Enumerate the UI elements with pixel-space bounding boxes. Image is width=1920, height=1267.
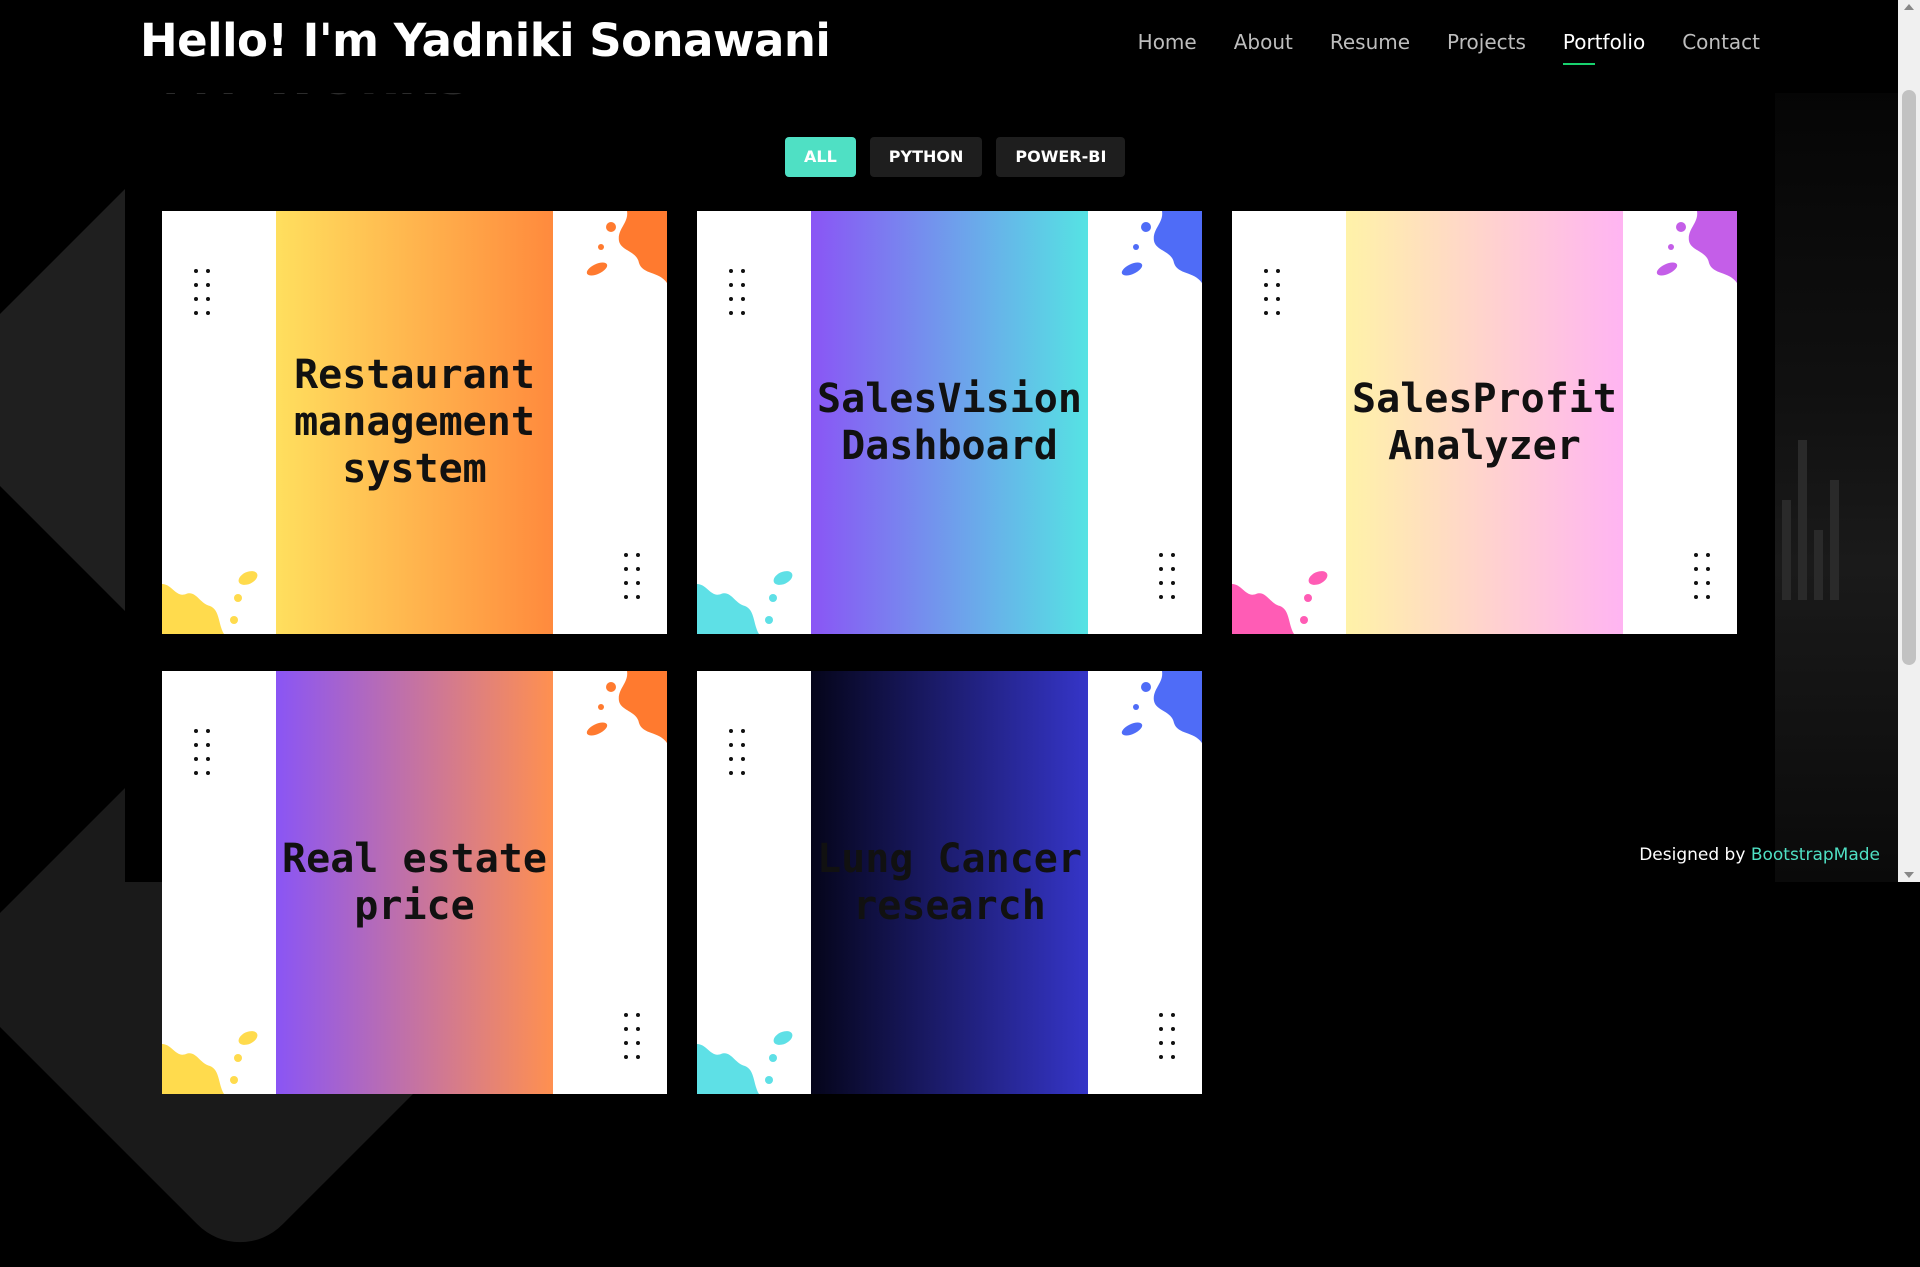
paint-splash-icon — [586, 211, 667, 283]
credit-prefix: Designed by — [1639, 845, 1751, 865]
credit-link[interactable]: BootstrapMade — [1751, 845, 1880, 865]
dots-decoration — [1264, 269, 1282, 315]
portfolio-item[interactable]: Lung Cancer research — [697, 671, 1202, 1094]
dots-decoration — [624, 553, 642, 599]
portfolio-item[interactable]: SalesProfit Analyzer — [1232, 211, 1737, 634]
filter-all[interactable]: ALL — [785, 137, 856, 177]
dots-decoration — [729, 729, 747, 775]
project-title: Lung Cancer research — [817, 835, 1082, 929]
paint-splash-icon — [1121, 671, 1202, 743]
main-nav: Home About Resume Projects Portfolio Con… — [1138, 30, 1760, 65]
nav-contact[interactable]: Contact — [1682, 30, 1760, 62]
dots-decoration — [729, 269, 747, 315]
dots-decoration — [624, 1013, 642, 1059]
nav-about[interactable]: About — [1234, 30, 1293, 62]
portfolio-filters: ALL PYTHON POWER-BI — [785, 137, 1126, 177]
paint-splash-icon — [697, 571, 793, 634]
dots-decoration — [194, 269, 212, 315]
portfolio-item[interactable]: Real estate price — [162, 671, 667, 1094]
scroll-down-arrow-icon[interactable] — [1904, 872, 1914, 878]
site-header: Hello! I'm Yadniki Sonawani Home About R… — [0, 0, 1898, 93]
nav-resume[interactable]: Resume — [1330, 30, 1410, 62]
project-title: Real estate price — [282, 835, 547, 929]
paint-splash-icon — [697, 1031, 793, 1094]
site-brand[interactable]: Hello! I'm Yadniki Sonawani — [140, 14, 831, 67]
portfolio-item[interactable]: SalesVision Dashboard — [697, 211, 1202, 634]
scroll-up-arrow-icon[interactable] — [1904, 4, 1914, 10]
filter-python[interactable]: PYTHON — [869, 137, 983, 177]
dots-decoration — [1159, 553, 1177, 599]
scrollbar[interactable] — [1898, 0, 1920, 882]
paint-splash-icon — [586, 671, 667, 743]
nav-home[interactable]: Home — [1138, 30, 1197, 62]
project-title: SalesVision Dashboard — [817, 375, 1082, 469]
filter-power-bi[interactable]: POWER-BI — [996, 137, 1126, 177]
paint-splash-icon — [162, 1031, 258, 1094]
project-title: SalesProfit Analyzer — [1352, 375, 1617, 469]
nav-projects[interactable]: Projects — [1447, 30, 1526, 62]
dots-decoration — [1159, 1013, 1177, 1059]
nav-portfolio[interactable]: Portfolio — [1562, 30, 1645, 65]
paint-splash-icon — [162, 571, 258, 634]
paint-splash-icon — [1232, 571, 1328, 634]
portfolio-item[interactable]: Restaurant management system — [162, 211, 667, 634]
footer-credit: Designed by BootstrapMade — [1639, 845, 1880, 865]
project-title: Restaurant management system — [294, 352, 535, 492]
scroll-thumb[interactable] — [1902, 90, 1916, 665]
dots-decoration — [1694, 553, 1712, 599]
paint-splash-icon — [1656, 211, 1737, 283]
dots-decoration — [194, 729, 212, 775]
paint-splash-icon — [1121, 211, 1202, 283]
